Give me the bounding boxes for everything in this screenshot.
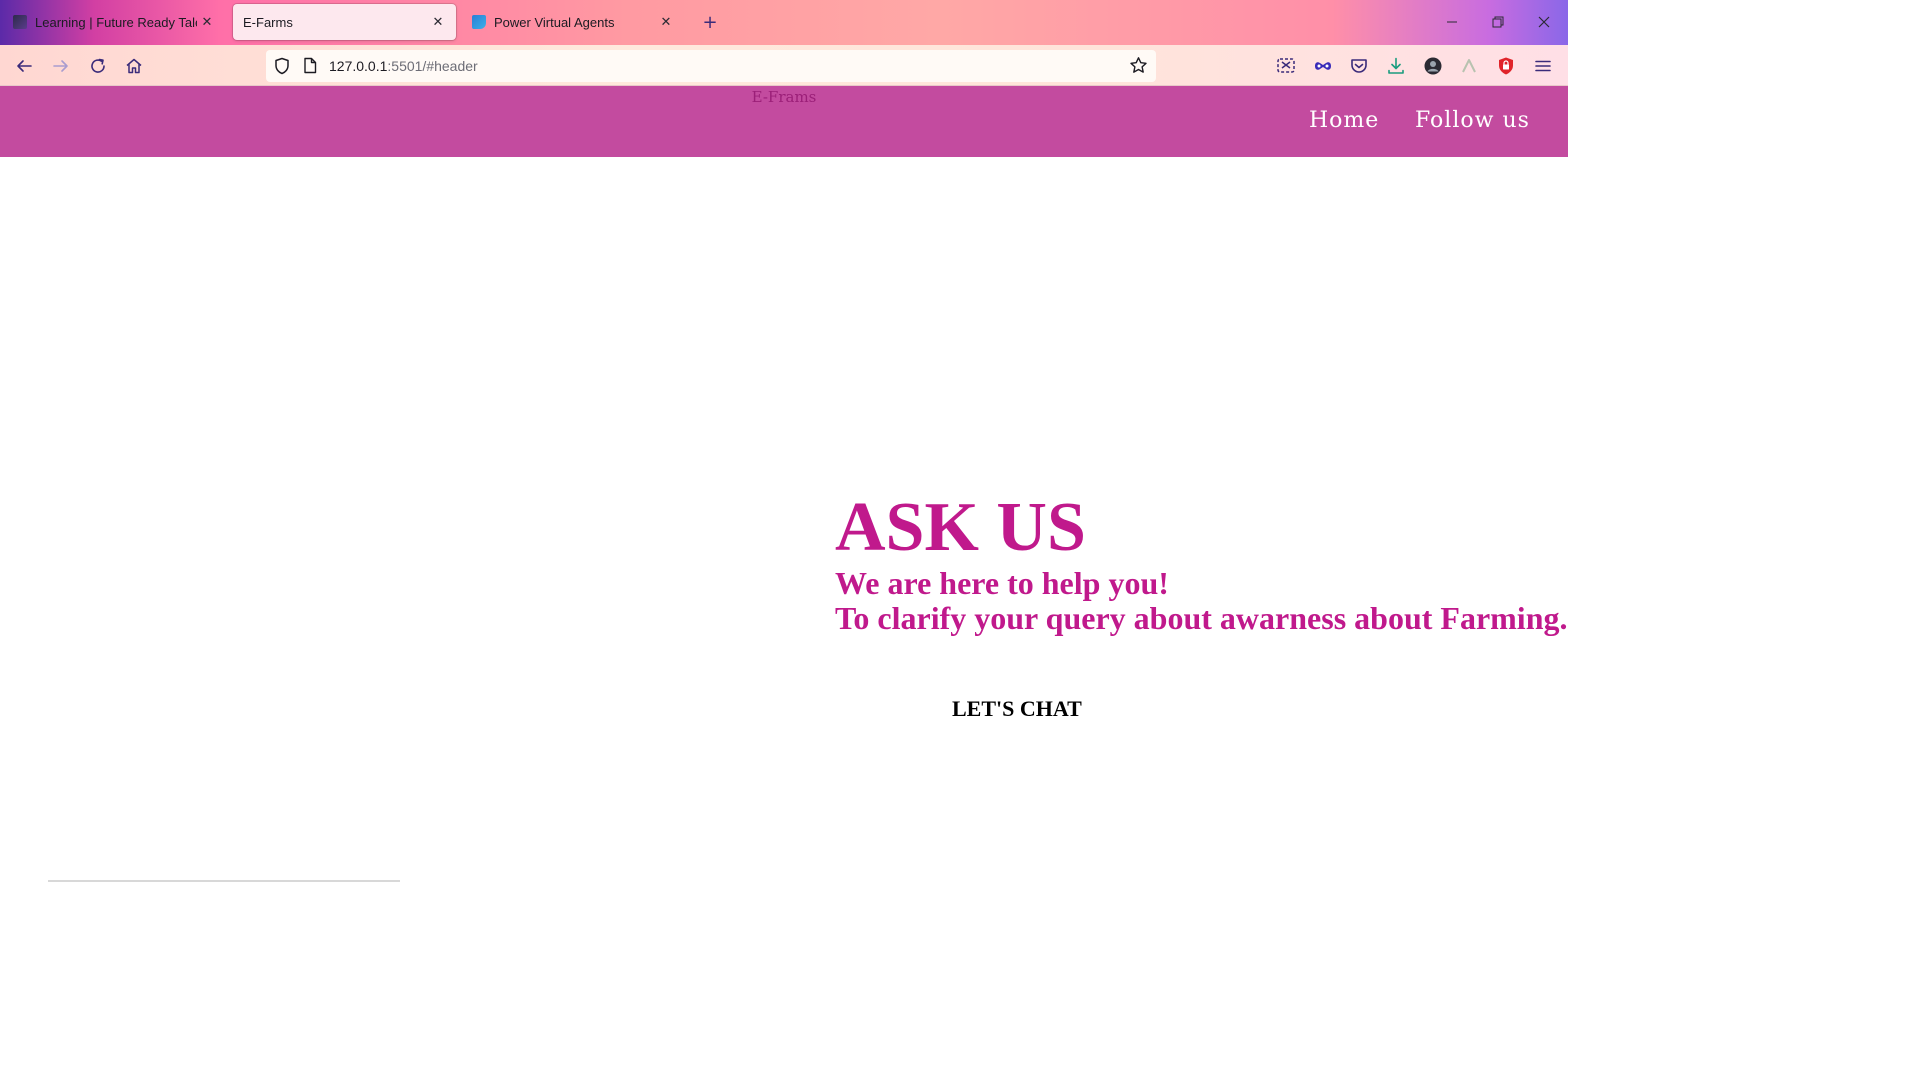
tab-title: E-Farms — [243, 14, 293, 30]
site-header: E-Frams Home Follow us — [0, 86, 1568, 157]
new-tab-button[interactable]: + — [699, 11, 721, 33]
home-icon[interactable] — [121, 53, 147, 79]
adblock-shield-icon[interactable] — [1495, 55, 1517, 77]
forward-icon[interactable] — [48, 53, 74, 79]
hero-subtitle-line-2: To clarify your query about awarness abo… — [835, 600, 1568, 636]
horizontal-scrollbar[interactable] — [48, 880, 400, 882]
hero-subtitle-line-1: We are here to help you! — [835, 565, 1169, 601]
screenshot-extension-icon[interactable] — [1275, 55, 1297, 77]
address-bar[interactable]: 127.0.0.1:5501/#header — [266, 50, 1156, 82]
restore-icon[interactable] — [1486, 10, 1510, 34]
bookmark-star-icon[interactable] — [1129, 56, 1148, 79]
lets-chat-button[interactable]: LET'S CHAT — [952, 696, 1082, 722]
hero-subtitle: We are here to help you! To clarify your… — [835, 566, 1567, 636]
menu-icon[interactable] — [1532, 55, 1554, 77]
hero-title: ASK US — [835, 489, 1086, 566]
nav-link-follow-us[interactable]: Follow us — [1415, 108, 1530, 133]
account-avatar-icon[interactable] — [1422, 55, 1444, 77]
close-window-icon[interactable] — [1532, 10, 1556, 34]
vpn-extension-icon[interactable] — [1458, 55, 1480, 77]
reload-icon[interactable] — [85, 53, 111, 79]
close-tab-icon[interactable]: ✕ — [428, 12, 448, 32]
url-text: 127.0.0.1:5501/#header — [329, 58, 478, 74]
tab-title: Learning | Future Ready Talent — [35, 14, 197, 30]
power-virtual-agents-favicon-icon — [472, 15, 486, 29]
learning-favicon-icon — [13, 15, 27, 29]
url-rest: :5501/#header — [387, 58, 478, 74]
browser-tab-strip: Learning | Future Ready Talent ✕ E-Farms… — [0, 0, 1568, 45]
url-host: 127.0.0.1 — [329, 58, 388, 74]
tab-power-virtual-agents[interactable]: Power Virtual Agents ✕ — [462, 4, 684, 40]
pocket-icon[interactable] — [1348, 55, 1370, 77]
page-icon[interactable] — [303, 57, 317, 78]
close-tab-icon[interactable]: ✕ — [197, 12, 217, 32]
site-brand: E-Frams — [751, 88, 817, 106]
nav-link-home[interactable]: Home — [1309, 108, 1379, 133]
tab-learning[interactable]: Learning | Future Ready Talent ✕ — [3, 4, 225, 40]
back-icon[interactable] — [11, 53, 37, 79]
tab-title: Power Virtual Agents — [494, 14, 615, 30]
private-mask-extension-icon[interactable] — [1312, 55, 1334, 77]
downloads-icon[interactable] — [1385, 55, 1407, 77]
minimize-icon[interactable] — [1440, 10, 1464, 34]
tab-e-farms[interactable]: E-Farms ✕ — [233, 4, 456, 40]
close-tab-icon[interactable]: ✕ — [656, 12, 676, 32]
shield-icon[interactable] — [274, 57, 290, 79]
